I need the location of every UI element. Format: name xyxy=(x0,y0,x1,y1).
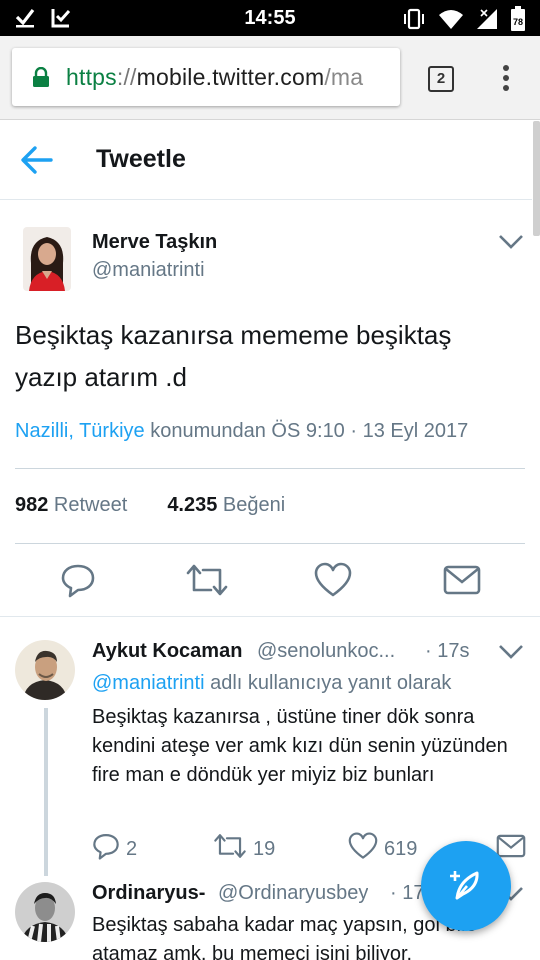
app-header: Tweetle xyxy=(0,121,532,200)
vibrate-icon xyxy=(402,8,426,30)
author-handle[interactable]: @Ordinaryusbey xyxy=(218,882,368,905)
battery-icon: 78 xyxy=(510,6,526,32)
url-text[interactable]: https://mobile.twitter.com/ma xyxy=(66,64,363,91)
timestamp[interactable]: · 17s xyxy=(425,640,469,663)
chevron-down-icon[interactable] xyxy=(498,234,524,255)
divider xyxy=(15,543,525,544)
wifi-icon xyxy=(438,8,464,30)
reply-context: @maniatrinti adlı kullanıcıya yanıt olar… xyxy=(92,672,452,694)
avatar[interactable] xyxy=(15,882,75,942)
retweet-count: 19 xyxy=(253,837,276,860)
tweet-actions xyxy=(0,562,540,598)
scrollbar[interactable] xyxy=(533,121,540,236)
tweet-meta: Nazilli, Türkiye konumundan ÖS 9:10 · 13… xyxy=(15,420,469,442)
tweet-stats: 982 Retweet 4.235 Beğeni xyxy=(15,494,285,517)
tab-switcher-button[interactable]: 2 xyxy=(428,66,454,92)
divider xyxy=(0,616,540,617)
like-button[interactable]: 619 xyxy=(348,832,417,866)
svg-text:78: 78 xyxy=(513,17,523,27)
like-stat[interactable]: 4.235 Beğeni xyxy=(167,494,285,516)
chevron-down-icon[interactable] xyxy=(498,644,524,665)
heart-icon[interactable] xyxy=(314,562,352,603)
browser-toolbar: https://mobile.twitter.com/ma 2 xyxy=(0,36,540,120)
thread-line xyxy=(44,708,48,876)
tweet-text: Beşiktaş kazanırsa , üstüne tiner dök so… xyxy=(92,706,508,786)
author-name[interactable]: Merve Taşkın xyxy=(92,231,217,254)
like-count: 619 xyxy=(384,837,418,860)
page-title: Tweetle xyxy=(96,145,186,173)
reply-icon[interactable] xyxy=(92,832,120,866)
compose-tweet-button[interactable] xyxy=(421,841,511,931)
mention-link[interactable]: @maniatrinti xyxy=(92,672,205,694)
heart-icon[interactable] xyxy=(348,832,378,866)
signal-icon xyxy=(476,8,498,30)
reply-button[interactable]: 2 xyxy=(92,832,137,866)
reply-icon[interactable] xyxy=(60,562,96,603)
avatar[interactable] xyxy=(15,640,75,700)
author-handle[interactable]: @maniatrinti xyxy=(92,259,205,282)
retweet-icon[interactable] xyxy=(185,562,229,603)
tweet-text: Beşiktaş kazanırsa mememe beşiktaş yazıp… xyxy=(15,320,452,392)
reply-count: 2 xyxy=(126,837,138,860)
divider xyxy=(15,468,525,469)
status-bar: 14:55 78 xyxy=(0,0,540,36)
location-link[interactable]: Nazilli, Türkiye xyxy=(15,420,145,442)
timestamp[interactable]: · 17 xyxy=(390,882,424,905)
retweet-button[interactable]: 19 xyxy=(213,832,275,866)
avatar[interactable] xyxy=(23,227,71,291)
message-icon[interactable] xyxy=(443,562,481,603)
retweet-stat[interactable]: 982 Retweet xyxy=(15,494,127,516)
lock-icon[interactable] xyxy=(32,66,50,92)
url-bar[interactable]: https://mobile.twitter.com/ma xyxy=(12,48,400,106)
retweet-icon[interactable] xyxy=(213,832,247,866)
author-name[interactable]: Ordinaryus- xyxy=(92,882,205,905)
back-arrow-icon[interactable] xyxy=(20,145,54,180)
author-name[interactable]: Aykut Kocaman xyxy=(92,640,242,663)
author-handle[interactable]: @senolunkoc... xyxy=(257,640,407,663)
browser-menu-icon[interactable] xyxy=(495,65,517,95)
